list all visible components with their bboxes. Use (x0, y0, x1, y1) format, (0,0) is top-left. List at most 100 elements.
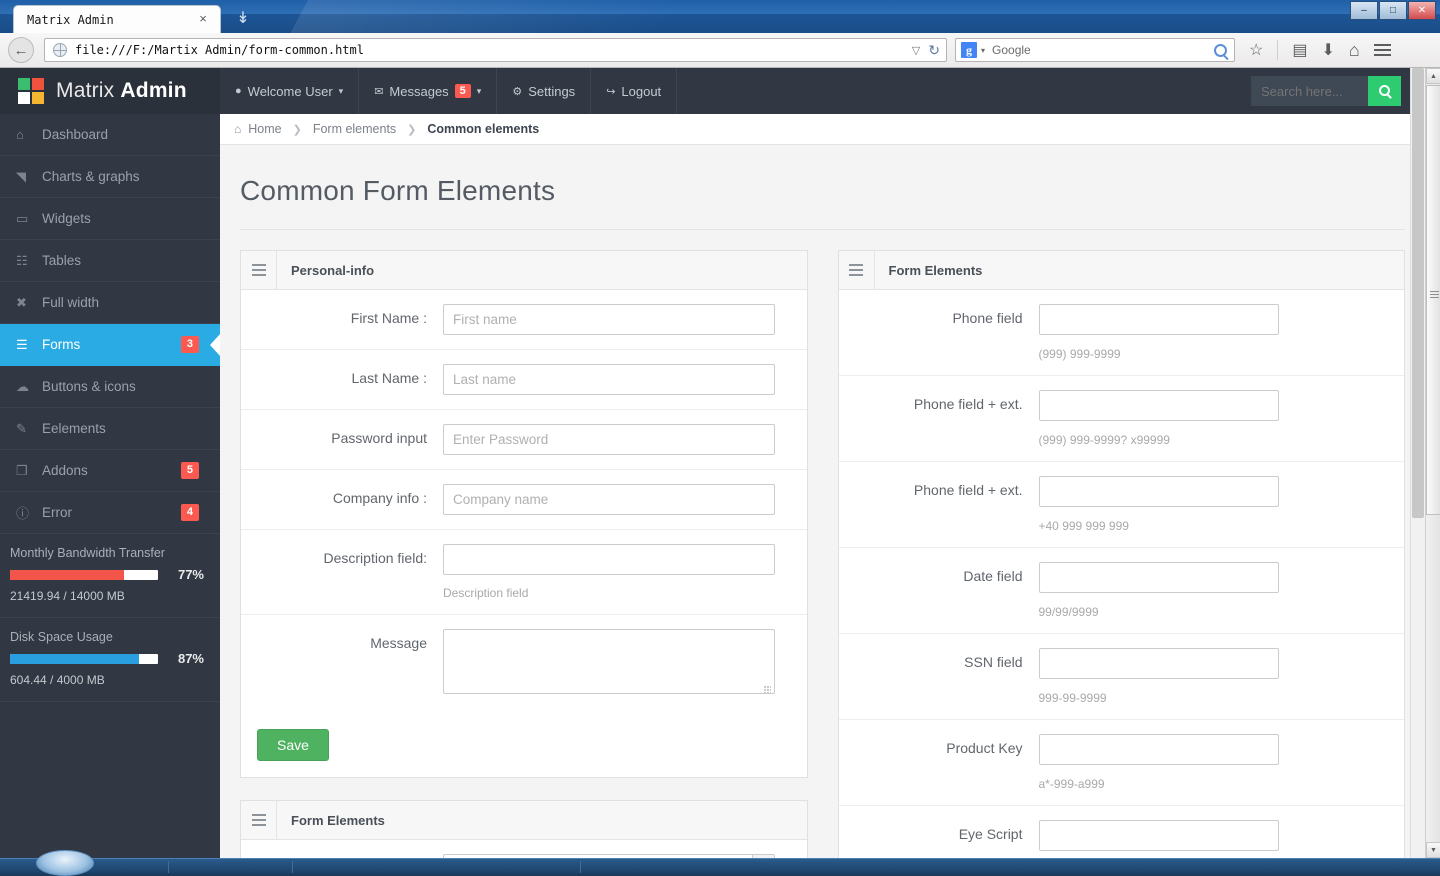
topnav-item-label: Welcome User (248, 84, 333, 99)
topnav-item-messages[interactable]: ✉Messages5▾ (359, 68, 497, 114)
back-button[interactable]: ← (8, 37, 34, 63)
sidebar-item-widgets[interactable]: ▭Widgets (0, 198, 220, 240)
ssn-field-input[interactable] (1039, 648, 1279, 679)
download-icon[interactable]: ⬇ (1321, 40, 1334, 60)
phone-field-ext-input[interactable] (1039, 390, 1279, 421)
first-name-input[interactable] (443, 304, 775, 335)
search-icon[interactable] (1214, 44, 1227, 57)
save-button[interactable]: Save (257, 729, 329, 761)
form-control (443, 304, 793, 335)
sidebar-item-buttons-icons[interactable]: ☁Buttons & icons (0, 366, 220, 408)
drag-handle-icon[interactable] (241, 801, 277, 839)
scroll-down-arrow-icon[interactable]: ▼ (1426, 842, 1440, 858)
sidebar-item-label: Buttons & icons (42, 379, 136, 394)
description-field-input[interactable] (443, 544, 775, 575)
browser-scrollbar[interactable]: ▲ ▼ (1425, 68, 1440, 858)
search-icon (1379, 85, 1390, 96)
bookmark-star-icon[interactable]: ☆ (1249, 40, 1263, 60)
topnav-item-label: Logout (621, 84, 661, 99)
pencil-icon: ✎ (16, 421, 42, 437)
chart-icon: ◥ (16, 169, 42, 185)
topnav-item-logout[interactable]: ↪Logout (591, 68, 677, 114)
address-bar-actions: ▽ ↻ (912, 42, 940, 59)
panel-header: Personal-info (241, 251, 807, 290)
form-row: Last Name : (241, 350, 807, 410)
panel-title: Form Elements (889, 263, 983, 278)
form-row: First Name : (241, 290, 807, 350)
phone-field-ext-input[interactable] (1039, 476, 1279, 507)
topnav-item-welcome-user[interactable]: ●Welcome User▾ (220, 68, 359, 114)
brand-logo[interactable]: Matrix Admin (0, 68, 220, 114)
form-help-text: (999) 999-9999 (1039, 347, 1391, 361)
window-controls: – □ ✕ (1350, 1, 1436, 20)
chevron-down-icon[interactable]: ▾ (477, 86, 482, 97)
browser-scrollbar-thumb[interactable] (1426, 85, 1440, 515)
panel-title: Form Elements (291, 813, 385, 828)
chevron-down-icon[interactable]: ▾ (339, 86, 344, 97)
browser-tab[interactable]: Matrix Admin × (13, 5, 221, 33)
sidebar-item-tables[interactable]: ☷Tables (0, 240, 220, 282)
search-input[interactable] (1251, 76, 1368, 106)
chevron-down-icon[interactable]: ▽ (912, 44, 920, 57)
message-textarea[interactable] (443, 629, 775, 694)
sidebar-item-eelements[interactable]: ✎Eelements (0, 408, 220, 450)
browser-search-box[interactable]: g ▾ Google (955, 38, 1235, 62)
meter-sublabel: 21419.94 / 14000 MB (10, 589, 204, 603)
topnav-item-label: Messages (389, 84, 448, 99)
sidebar-item-full-width[interactable]: ✖Full width (0, 282, 220, 324)
date-field-input[interactable] (1039, 562, 1279, 593)
search-button[interactable] (1368, 76, 1401, 106)
page-scrollbar[interactable] (1410, 68, 1425, 858)
panel-form-elements-right: Form Elements Phone field(999) 999-9999P… (838, 250, 1406, 858)
menu-hamburger-icon[interactable] (1374, 44, 1391, 56)
brand-title-light: Matrix (56, 79, 114, 102)
sidebar-item-addons[interactable]: ❐Addons5 (0, 450, 220, 492)
form-label: Company info : (241, 484, 443, 506)
form-row: Message (241, 615, 807, 713)
home-icon[interactable]: ⌂ (1349, 40, 1360, 61)
phone-field-input[interactable] (1039, 304, 1279, 335)
minimize-button[interactable]: – (1350, 1, 1378, 20)
google-icon: g (961, 42, 977, 58)
taskbar-divider (168, 861, 169, 873)
chevron-down-icon[interactable]: ▾ (981, 46, 985, 55)
start-button[interactable] (36, 850, 94, 876)
last-name-input[interactable] (443, 364, 775, 395)
browser-navbar: ← file:///F:/Martix Admin/form-common.ht… (0, 33, 1440, 68)
password-input-input[interactable] (443, 424, 775, 455)
breadcrumb-item-current: Common elements (427, 122, 539, 136)
page-scrollbar-thumb[interactable] (1412, 68, 1424, 518)
topnav-item-settings[interactable]: ⚙Settings (497, 68, 591, 114)
progress-bar (10, 654, 158, 664)
form-control (443, 484, 793, 515)
scroll-up-arrow-icon[interactable]: ▲ (1426, 68, 1440, 84)
sidebar-item-dashboard[interactable]: ⌂Dashboard (0, 114, 220, 156)
reader-list-icon[interactable]: ▤ (1292, 40, 1307, 60)
sidebar-item-charts-graphs[interactable]: ◥Charts & graphs (0, 156, 220, 198)
textarea-wrapper (443, 629, 775, 699)
address-bar[interactable]: file:///F:/Martix Admin/form-common.html… (44, 38, 947, 62)
sidebar-meters: Monthly Bandwidth Transfer77%21419.94 / … (0, 534, 220, 702)
eye-script-input[interactable] (1039, 820, 1279, 851)
drag-handle-icon[interactable] (241, 251, 277, 289)
sidebar-item-forms[interactable]: ☰Forms3 (0, 324, 220, 366)
drag-handle-icon[interactable] (839, 251, 875, 289)
form-help-text: 999-99-9999 (1039, 691, 1391, 705)
sidebar-item-label: Charts & graphs (42, 169, 140, 184)
form-control: Description field (443, 544, 793, 600)
form-elements-left-rows: Select inputFirst optionSecond optionThi… (241, 840, 807, 858)
close-icon[interactable]: × (196, 12, 210, 26)
window-close-button[interactable]: ✕ (1408, 1, 1436, 20)
panel-header: Form Elements (241, 801, 807, 840)
breadcrumb-item-home[interactable]: Home (248, 122, 281, 136)
maximize-button[interactable]: □ (1379, 1, 1407, 20)
form-elements-right-rows: Phone field(999) 999-9999Phone field + e… (839, 290, 1405, 858)
product-key-input[interactable] (1039, 734, 1279, 765)
sidebar-item-error[interactable]: ⓘError4 (0, 492, 220, 534)
form-row: Eye Script~9.99 ~9.99.999 (839, 806, 1405, 858)
reload-icon[interactable]: ↻ (928, 42, 940, 59)
breadcrumb-item-form-elements[interactable]: Form elements (313, 122, 396, 136)
page-viewport: Matrix Admin ⌂Dashboard◥Charts & graphs▭… (0, 68, 1425, 858)
new-tab-button[interactable]: ↡ (230, 7, 256, 31)
company-info-input[interactable] (443, 484, 775, 515)
